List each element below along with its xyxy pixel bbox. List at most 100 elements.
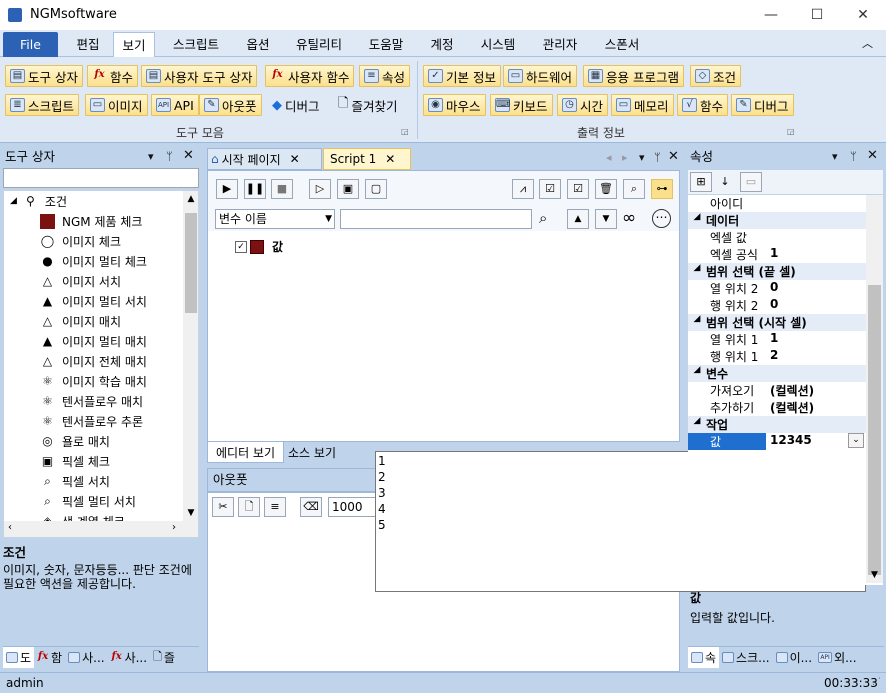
scroll-thumb[interactable] (185, 213, 197, 313)
property-category[interactable]: ◢ 범위 선택 (시작 셀) (688, 314, 883, 331)
bottom-tab-image[interactable]: 이... (773, 647, 815, 668)
tree-vscrollbar[interactable]: ▲ ▼ (183, 191, 198, 521)
tab-source-view[interactable]: 소스 보기 (284, 442, 340, 463)
property-row[interactable]: 행 위치 20 (688, 297, 883, 314)
tab-view[interactable]: 보기 (113, 32, 155, 57)
variable-search-input[interactable] (340, 209, 532, 229)
pin-icon[interactable]: ᛘ (166, 150, 173, 163)
property-vscrollbar[interactable]: ▼ (866, 195, 883, 583)
property-category[interactable]: ◢ 데이터 (688, 212, 883, 229)
property-row[interactable]: 열 위치 11 (688, 331, 883, 348)
time-button[interactable]: ◷ 시간 (557, 94, 609, 116)
checkbox-outline-icon[interactable]: ☑ (567, 179, 589, 199)
chart-icon[interactable]: ⩘ (512, 179, 534, 199)
property-pages-icon[interactable]: ▭ (740, 172, 762, 192)
bottom-tab-script[interactable]: 스크... (719, 647, 773, 668)
tree-category-condition[interactable]: ◢ ⚲ 조건 (10, 191, 67, 211)
bottom-tab-favorites[interactable]: 🗋 즐 (150, 647, 178, 668)
tab-edit[interactable]: 편집 (68, 32, 108, 57)
output-button[interactable]: ✎ 아웃풋 (199, 94, 262, 116)
tree-item[interactable]: ▲ 이미지 멀티 서치 (40, 291, 147, 311)
tree-item[interactable]: △ 이미지 서치 (40, 271, 147, 291)
favorites-button[interactable]: 🗋 즐겨찾기 (333, 94, 402, 116)
bottom-tab-function[interactable]: fx 함 (34, 647, 65, 668)
scroll-down-icon[interactable]: ▼ (183, 508, 198, 518)
variable-select[interactable]: 변수 이름 ▼ (215, 209, 335, 229)
bottom-tab-user-function[interactable]: fx 사... (108, 647, 150, 668)
list-icon[interactable]: ≡ (264, 497, 286, 517)
tree-view-icon[interactable]: ⊶ (651, 179, 673, 199)
property-row[interactable]: 행 위치 12 (688, 348, 883, 365)
save-output-icon[interactable]: 🗋 (238, 497, 260, 517)
tree-item[interactable]: ◯ 이미지 체크 (40, 231, 147, 251)
checkbox-checked-icon[interactable]: ☑ (539, 179, 561, 199)
dropdown-icon[interactable]: ▾ (832, 150, 838, 163)
bottom-tab-user-toolbox[interactable]: 사... (65, 647, 107, 668)
scroll-thumb[interactable] (868, 285, 881, 575)
function-button[interactable]: fx 함수 (87, 65, 139, 87)
collapse-icon[interactable]: ◢ (688, 263, 706, 280)
pause-button[interactable]: ❚❚ (244, 179, 266, 199)
sort-alpha-icon[interactable]: ↓ (714, 172, 736, 192)
move-up-button[interactable]: ▲ (567, 209, 589, 229)
step-play-button[interactable]: ▷ (309, 179, 331, 199)
tab-start-page[interactable]: ⌂ 시작 페이지 ✕ (207, 148, 322, 170)
interval-input[interactable]: 1000 (328, 497, 378, 517)
tree-item[interactable]: ⌕ 픽셀 서치 (40, 471, 147, 491)
node-checkbox[interactable]: ✓ (235, 240, 247, 253)
scroll-up-icon[interactable]: ▲ (183, 194, 198, 204)
categorized-icon[interactable]: ⊞ (690, 172, 712, 192)
tree-item[interactable]: ⚛ 이미지 학습 매치 (40, 371, 147, 391)
function-info-button[interactable]: √ 함수 (677, 94, 729, 116)
property-row[interactable]: 값 12345 ⌄ (688, 433, 883, 450)
property-category[interactable]: ◢ 작업 (688, 416, 883, 433)
scroll-right-icon[interactable]: › (172, 522, 176, 533)
tab-editor-view[interactable]: 에디터 보기 (207, 442, 285, 463)
property-row[interactable]: 엑셀 공식 1 (688, 246, 883, 263)
bottom-tab-properties[interactable]: 속 (688, 647, 720, 668)
script-button[interactable]: ≣ 스크립트 (5, 94, 80, 116)
tab-scroll-right-icon[interactable]: ▸ (622, 151, 628, 164)
dropdown-icon[interactable]: ▾ (148, 150, 154, 163)
scroll-down-icon[interactable]: ▼ (866, 570, 883, 580)
property-category[interactable]: ◢ 범위 선택 (끝 셀) (688, 263, 883, 280)
user-toolbox-button[interactable]: ▤ 사용자 도구 상자 (141, 65, 258, 87)
pin-icon[interactable]: ᛘ (654, 151, 661, 164)
collapse-icon[interactable]: ◢ (688, 212, 706, 229)
api-button[interactable]: API API (151, 94, 199, 116)
tree-item[interactable]: ▣ 픽셀 체크 (40, 451, 147, 471)
script-node-value[interactable]: ✓ 값 (235, 238, 283, 255)
scroll-left-icon[interactable]: ‹ (8, 522, 12, 533)
tree-item[interactable]: △ 이미지 매치 (40, 311, 147, 331)
tab-options[interactable]: 옵션 (238, 32, 278, 57)
properties-button[interactable]: ≡ 속성 (359, 65, 411, 87)
property-row[interactable]: 가져오기 (컬렉션) (688, 382, 883, 399)
collapse-icon[interactable]: ◢ (688, 416, 706, 433)
close-icon[interactable]: ✕ (867, 148, 878, 163)
property-row[interactable]: 추가하기 (컬렉션) (688, 399, 883, 416)
condition-button[interactable]: ◇ 조건 (690, 65, 742, 87)
maximize-button[interactable]: ☐ (794, 0, 840, 30)
delete-icon[interactable]: 🗑 (595, 179, 617, 199)
collapse-icon[interactable]: ◢ (688, 314, 706, 331)
more-options-icon[interactable]: ⋯ (652, 209, 671, 228)
play-button[interactable]: ▶ (216, 179, 238, 199)
tree-hscrollbar[interactable]: ‹ › (4, 521, 198, 537)
bottom-tab-toolbox[interactable]: 도 (3, 647, 35, 668)
dialog-launcher-icon[interactable]: ◲ (401, 127, 409, 136)
run-selected-button[interactable]: ▢ (365, 179, 387, 199)
mouse-button[interactable]: ◉ 마우스 (423, 94, 486, 116)
tree-item[interactable]: ⚛ 텐서플로우 추론 (40, 411, 147, 431)
toolbox-button[interactable]: ▤ 도구 상자 (5, 65, 83, 87)
hardware-button[interactable]: ▭ 하드웨어 (503, 65, 578, 87)
property-row[interactable]: 열 위치 20 (688, 280, 883, 297)
keyboard-button[interactable]: ⌨ 키보드 (490, 94, 553, 116)
tree-item[interactable]: ⚛ 텐서플로우 매치 (40, 391, 147, 411)
collapse-icon[interactable]: ◢ (688, 365, 706, 382)
close-tab-icon[interactable]: ✕ (385, 152, 395, 166)
tab-admin[interactable]: 관리자 (534, 32, 586, 57)
tab-scroll-left-icon[interactable]: ◂ (606, 151, 612, 164)
application-button[interactable]: ▦ 응용 프로그램 (583, 65, 684, 87)
dialog-launcher-icon[interactable]: ◲ (787, 127, 795, 136)
tab-file[interactable]: File (3, 32, 58, 57)
